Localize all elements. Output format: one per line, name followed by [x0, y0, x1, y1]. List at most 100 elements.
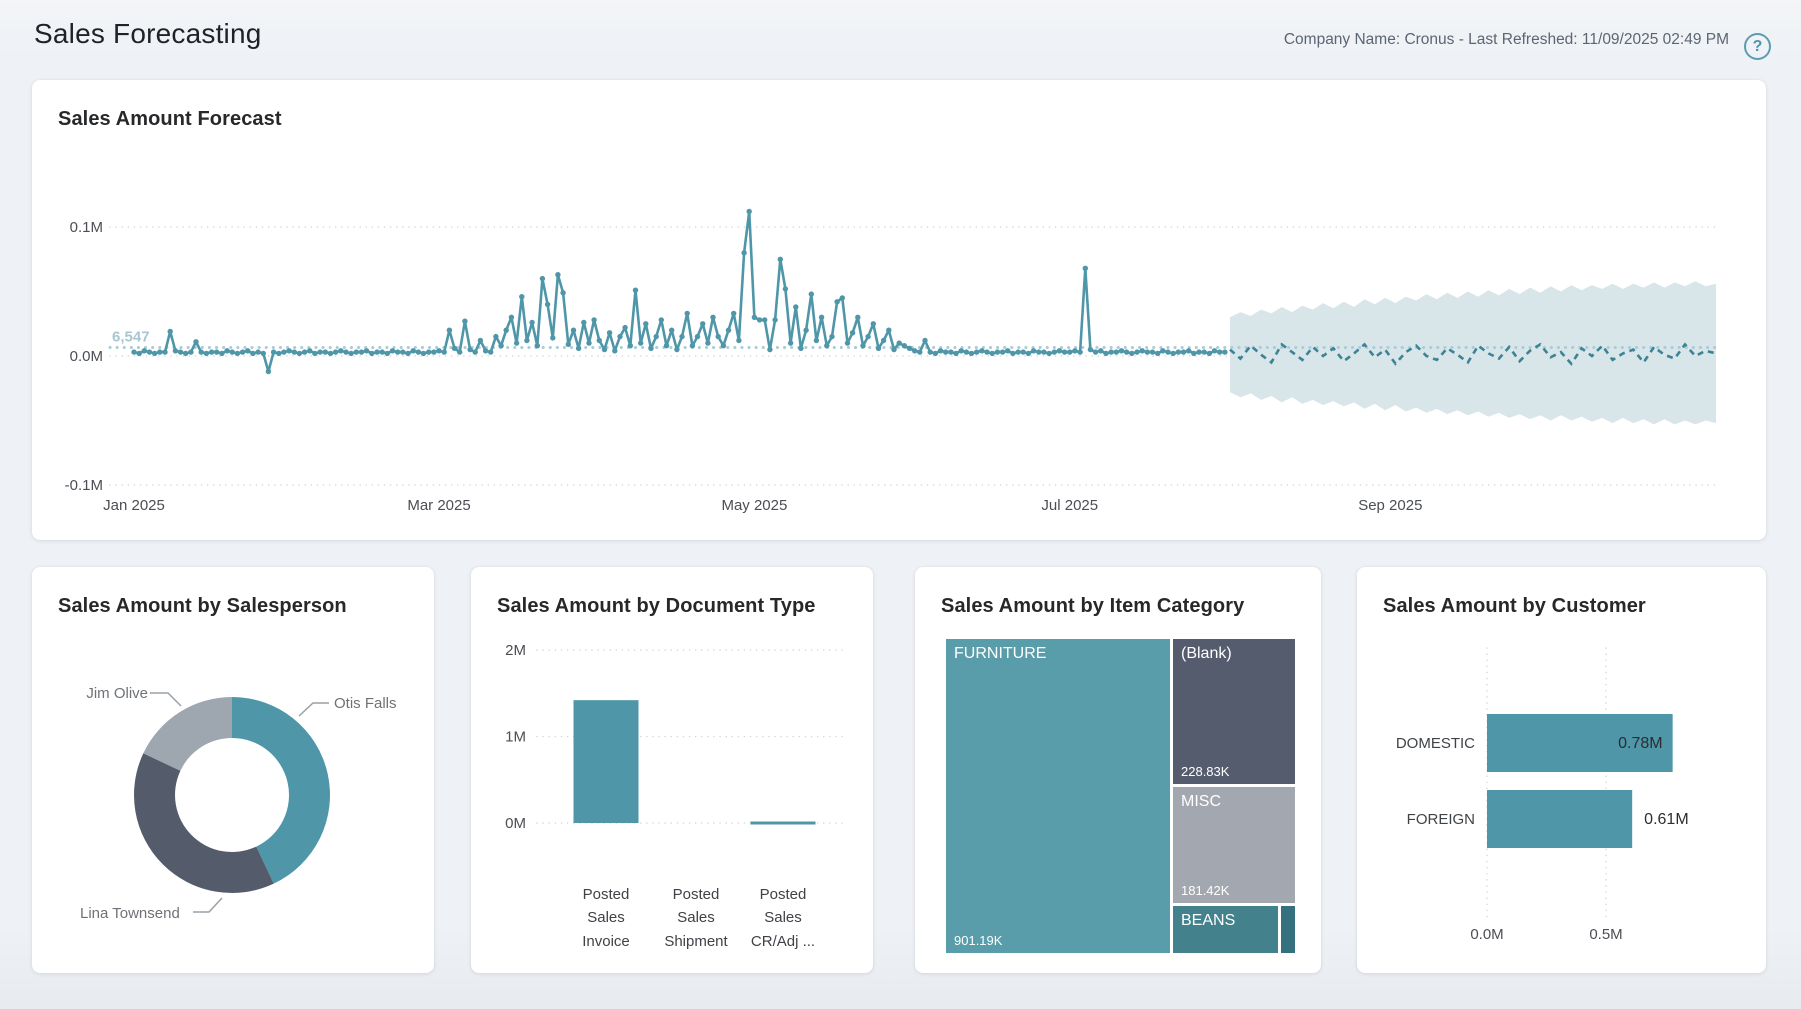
data-point	[1088, 347, 1093, 352]
data-point	[979, 348, 984, 353]
data-point	[747, 209, 752, 214]
data-point	[323, 349, 328, 354]
data-point	[995, 349, 1000, 354]
data-point	[519, 294, 524, 299]
data-point	[964, 349, 969, 354]
data-point	[1062, 349, 1067, 354]
y-axis-label: 0.1M	[70, 219, 103, 236]
data-point	[886, 328, 891, 333]
donut-label-otis-falls: Otis Falls	[334, 695, 397, 712]
data-point	[1124, 349, 1129, 354]
data-point	[984, 349, 989, 354]
data-point	[1155, 351, 1160, 356]
data-point	[328, 351, 333, 356]
data-point	[250, 351, 255, 356]
data-point	[928, 349, 933, 354]
data-point	[922, 338, 927, 343]
data-point	[209, 349, 214, 354]
data-point	[199, 349, 204, 354]
data-point	[1015, 349, 1020, 354]
data-point	[545, 302, 550, 307]
document-type-card: Sales Amount by Document Type 2M1M0M Pos…	[471, 567, 873, 973]
customer-bar-chart[interactable]: 0.0M0.5MDOMESTIC0.78MFOREIGN0.61M	[1357, 567, 1766, 973]
data-point	[1103, 351, 1108, 356]
data-point	[876, 346, 881, 351]
data-point	[721, 343, 726, 348]
data-point	[788, 340, 793, 345]
bar-near-zero[interactable]	[751, 822, 816, 825]
data-point	[235, 351, 240, 356]
data-point	[638, 340, 643, 345]
data-point	[193, 339, 198, 344]
data-point	[959, 348, 964, 353]
data-point	[917, 349, 922, 354]
data-point	[597, 338, 602, 343]
data-point	[436, 348, 441, 353]
help-icon[interactable]: ?	[1744, 33, 1771, 60]
data-point	[948, 349, 953, 354]
item-category-treemap[interactable]: FURNITURE901.19K(Blank)228.83KMISC181.42…	[946, 639, 1295, 953]
data-point	[1207, 351, 1212, 356]
x-axis-label: 0.5M	[1589, 926, 1622, 943]
data-point	[1052, 349, 1057, 354]
data-point	[783, 286, 788, 291]
data-point	[369, 351, 374, 356]
data-point	[1041, 349, 1046, 354]
data-point	[1057, 348, 1062, 353]
data-point	[157, 349, 162, 354]
data-point	[550, 335, 555, 340]
data-point	[1005, 348, 1010, 353]
data-point	[591, 317, 596, 322]
sales-forecast-line-chart[interactable]: 0.1M0.0M-0.1MJan 2025Mar 2025May 2025Jul…	[32, 80, 1766, 540]
data-point	[1010, 351, 1015, 356]
data-point	[757, 317, 762, 322]
data-point	[364, 348, 369, 353]
treemap-tile-small[interactable]	[1281, 906, 1295, 953]
donut-slice-lina-townsend[interactable]	[134, 753, 274, 893]
data-point	[292, 349, 297, 354]
data-point	[462, 319, 467, 324]
treemap-tile-value: 228.83K	[1181, 764, 1229, 779]
data-point	[498, 343, 503, 348]
leader-lina-townsend	[193, 898, 222, 912]
data-point	[1031, 348, 1036, 353]
data-point	[473, 349, 478, 354]
data-point	[168, 329, 173, 334]
data-point	[1212, 348, 1217, 353]
salesperson-donut-chart[interactable]	[32, 567, 434, 944]
data-point	[230, 349, 235, 354]
treemap-tile-misc[interactable]: MISC181.42K	[1173, 787, 1295, 903]
company-last-refreshed-text: Company Name: Cronus - Last Refreshed: 1…	[1284, 31, 1729, 49]
data-point	[488, 349, 493, 354]
treemap-tile--blank-[interactable]: (Blank)228.83K	[1173, 639, 1295, 784]
leader-otis-falls	[299, 703, 329, 716]
data-point	[1222, 349, 1227, 354]
data-point	[1191, 351, 1196, 356]
bar[interactable]	[574, 700, 639, 823]
document-type-bar-chart[interactable]: 2M1M0M	[471, 567, 873, 877]
data-point	[214, 349, 219, 354]
data-point	[581, 320, 586, 325]
y-axis-label: 1M	[505, 729, 526, 746]
data-point	[1072, 348, 1077, 353]
data-point	[1000, 349, 1005, 354]
data-point	[338, 348, 343, 353]
data-point	[400, 349, 405, 354]
data-point	[1036, 349, 1041, 354]
data-point	[607, 330, 612, 335]
data-point	[809, 291, 814, 296]
data-point	[1067, 349, 1072, 354]
treemap-tile-furniture[interactable]: FURNITURE901.19K	[946, 639, 1170, 953]
data-point	[741, 250, 746, 255]
treemap-tile-beans[interactable]: BEANS	[1173, 906, 1278, 953]
data-point	[385, 351, 390, 356]
bar-foreign[interactable]	[1487, 790, 1632, 848]
data-point	[943, 349, 948, 354]
forecast-card-title: Sales Amount Forecast	[58, 108, 282, 131]
x-axis-label: 0.0M	[1470, 926, 1503, 943]
data-point	[907, 346, 912, 351]
data-point	[1171, 351, 1176, 356]
data-point	[1150, 349, 1155, 354]
data-point	[1160, 348, 1165, 353]
data-point	[147, 349, 152, 354]
